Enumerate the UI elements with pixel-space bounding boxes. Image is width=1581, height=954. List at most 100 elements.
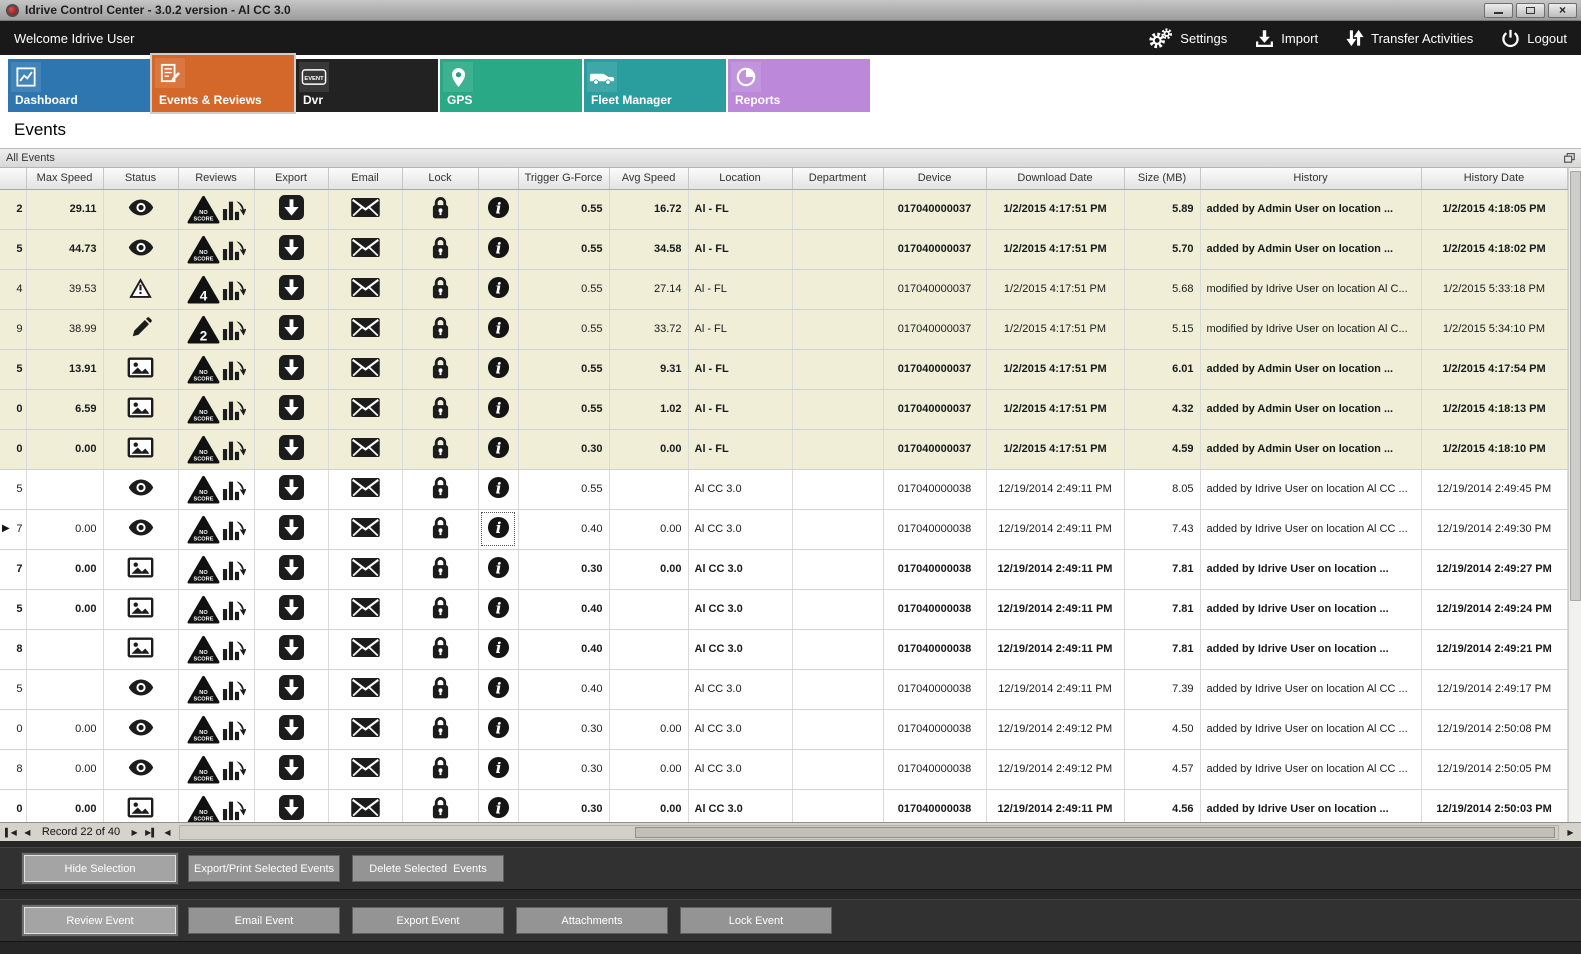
hide-selection-button[interactable]: Hide Selection — [24, 855, 176, 882]
vertical-scrollbar[interactable] — [1568, 168, 1581, 822]
lock-cell[interactable] — [402, 269, 478, 309]
event-row[interactable]: 80.00NOSCOREi0.300.00Al CC 3.00170400000… — [0, 749, 1567, 789]
export-cell[interactable] — [254, 509, 328, 549]
menu-action-transfer-activities[interactable]: Transfer Activities — [1346, 28, 1473, 48]
email-cell[interactable] — [328, 229, 402, 269]
status-cell[interactable] — [103, 669, 178, 709]
lock-cell[interactable] — [402, 789, 478, 822]
column-header-blank-0[interactable] — [0, 168, 26, 189]
status-cell[interactable] — [103, 509, 178, 549]
column-header-max-speed[interactable]: Max Speed — [26, 168, 103, 189]
export-cell[interactable] — [254, 269, 328, 309]
status-cell[interactable] — [103, 269, 178, 309]
email-cell[interactable] — [328, 669, 402, 709]
export-cell[interactable] — [254, 749, 328, 789]
horizontal-scrollbar[interactable] — [179, 825, 1559, 840]
info-cell[interactable]: i — [478, 309, 518, 349]
event-row[interactable]: ▶70.00NOSCOREi0.400.00Al CC 3.0017040000… — [0, 509, 1567, 549]
lock-cell[interactable] — [402, 709, 478, 749]
export-cell[interactable] — [254, 629, 328, 669]
info-cell[interactable]: i — [478, 429, 518, 469]
email-cell[interactable] — [328, 749, 402, 789]
column-header-download-date[interactable]: Download Date — [986, 168, 1124, 189]
restore-icon[interactable] — [1564, 153, 1575, 163]
status-cell[interactable] — [103, 429, 178, 469]
export-event-button[interactable]: Export Event — [352, 907, 504, 934]
lock-cell[interactable] — [402, 669, 478, 709]
email-cell[interactable] — [328, 269, 402, 309]
export-cell[interactable] — [254, 789, 328, 822]
status-cell[interactable] — [103, 389, 178, 429]
tab-dashboard[interactable]: Dashboard — [8, 59, 150, 112]
column-header-reviews[interactable]: Reviews — [178, 168, 254, 189]
info-cell[interactable]: i — [478, 589, 518, 629]
column-header-size-mb-[interactable]: Size (MB) — [1124, 168, 1200, 189]
next-record-button[interactable]: ▶ — [127, 828, 142, 837]
column-header-email[interactable]: Email — [328, 168, 402, 189]
event-row[interactable]: 439.534i0.5527.14Al - FL0170400000371/2/… — [0, 269, 1567, 309]
event-row[interactable]: 513.91NOSCOREi0.559.31Al - FL01704000003… — [0, 349, 1567, 389]
email-cell[interactable] — [328, 389, 402, 429]
info-cell[interactable]: i — [478, 669, 518, 709]
event-row[interactable]: 938.992i0.5533.72Al - FL0170400000371/2/… — [0, 309, 1567, 349]
vertical-scrollbar-thumb[interactable] — [1570, 171, 1581, 601]
info-cell[interactable]: i — [478, 789, 518, 822]
lock-cell[interactable] — [402, 309, 478, 349]
reviews-cell[interactable]: NOSCORE — [178, 629, 254, 669]
info-cell[interactable]: i — [478, 509, 518, 549]
export-cell[interactable] — [254, 349, 328, 389]
status-cell[interactable] — [103, 789, 178, 822]
lock-cell[interactable] — [402, 749, 478, 789]
event-row[interactable]: 50.00NOSCOREi0.40Al CC 3.001704000003812… — [0, 589, 1567, 629]
info-cell[interactable]: i — [478, 709, 518, 749]
status-cell[interactable] — [103, 709, 178, 749]
reviews-cell[interactable]: NOSCORE — [178, 389, 254, 429]
column-header-avg-speed[interactable]: Avg Speed — [609, 168, 688, 189]
maximize-button[interactable] — [1516, 3, 1545, 18]
event-row[interactable]: 229.11NOSCOREi0.5516.72Al - FL0170400000… — [0, 189, 1567, 229]
lock-cell[interactable] — [402, 189, 478, 229]
lock-cell[interactable] — [402, 589, 478, 629]
email-cell[interactable] — [328, 589, 402, 629]
lock-cell[interactable] — [402, 349, 478, 389]
email-cell[interactable] — [328, 509, 402, 549]
reviews-cell[interactable]: NOSCORE — [178, 349, 254, 389]
tab-fleet-manager[interactable]: Fleet Manager — [584, 59, 726, 112]
reviews-cell[interactable]: NOSCORE — [178, 509, 254, 549]
reviews-cell[interactable]: NOSCORE — [178, 549, 254, 589]
column-header-history[interactable]: History — [1200, 168, 1421, 189]
reviews-cell[interactable]: NOSCORE — [178, 429, 254, 469]
info-cell[interactable]: i — [478, 229, 518, 269]
tab-dvr[interactable]: EVENTDvr — [296, 59, 438, 112]
email-cell[interactable] — [328, 549, 402, 589]
email-event-button[interactable]: Email Event — [188, 907, 340, 934]
reviews-cell[interactable]: 4 — [178, 269, 254, 309]
status-cell[interactable] — [103, 469, 178, 509]
event-row[interactable]: 5NOSCOREi0.55Al CC 3.001704000003812/19/… — [0, 469, 1567, 509]
event-row[interactable]: 5NOSCOREi0.40Al CC 3.001704000003812/19/… — [0, 669, 1567, 709]
email-cell[interactable] — [328, 629, 402, 669]
export-cell[interactable] — [254, 589, 328, 629]
hscroll-left-arrow[interactable]: ◀ — [160, 828, 175, 837]
column-header-blank-7[interactable] — [478, 168, 518, 189]
status-cell[interactable] — [103, 189, 178, 229]
column-header-trigger-g-force[interactable]: Trigger G-Force — [518, 168, 609, 189]
menu-action-settings[interactable]: Settings — [1148, 28, 1227, 49]
email-cell[interactable] — [328, 309, 402, 349]
event-row[interactable]: 8NOSCOREi0.40Al CC 3.001704000003812/19/… — [0, 629, 1567, 669]
info-cell[interactable]: i — [478, 549, 518, 589]
status-cell[interactable] — [103, 749, 178, 789]
reviews-cell[interactable]: NOSCORE — [178, 749, 254, 789]
export-cell[interactable] — [254, 469, 328, 509]
reviews-cell[interactable]: NOSCORE — [178, 669, 254, 709]
lock-event-button[interactable]: Lock Event — [680, 907, 832, 934]
lock-cell[interactable] — [402, 469, 478, 509]
column-header-export[interactable]: Export — [254, 168, 328, 189]
column-header-status[interactable]: Status — [103, 168, 178, 189]
column-header-lock[interactable]: Lock — [402, 168, 478, 189]
column-header-device[interactable]: Device — [883, 168, 986, 189]
column-header-history-date[interactable]: History Date — [1421, 168, 1567, 189]
menu-action-import[interactable]: Import — [1255, 29, 1318, 48]
tab-reports[interactable]: Reports — [728, 59, 870, 112]
first-record-button[interactable]: ▌◀ — [3, 828, 19, 837]
